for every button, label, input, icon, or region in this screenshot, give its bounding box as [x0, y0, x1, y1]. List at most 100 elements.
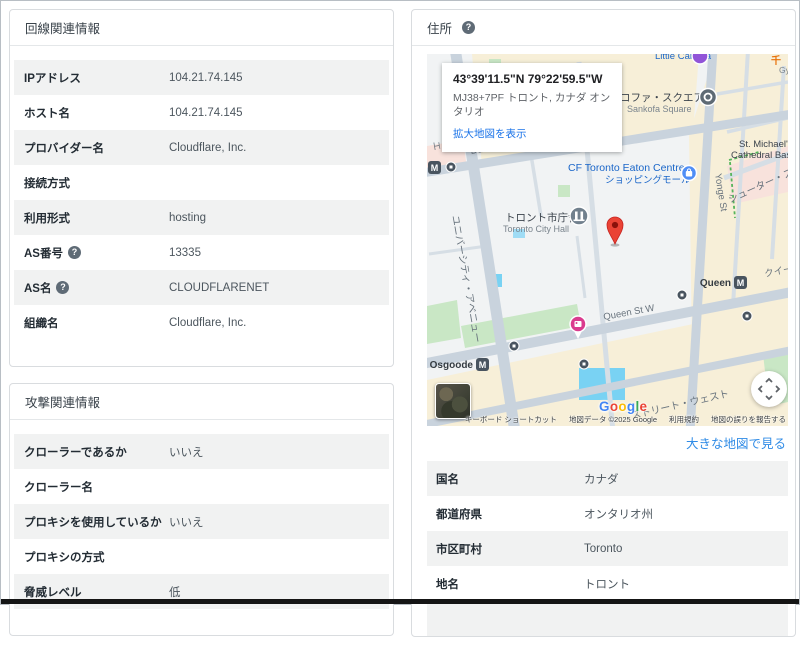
- sankofa-square-icon[interactable]: [698, 87, 718, 107]
- map-data-label: 地図データ ©2025 Google: [568, 415, 657, 424]
- pan-arrows-icon: [757, 377, 781, 401]
- help-icon[interactable]: ?: [56, 281, 70, 294]
- report-error-link[interactable]: 地図の誤りを報告する: [711, 414, 786, 425]
- row-label-text: AS番号: [24, 247, 63, 260]
- table-row: 組織名 Cloudflare, Inc.: [14, 305, 389, 340]
- row-label: 接続方式: [24, 177, 70, 190]
- row-label: IPアドレス: [24, 72, 81, 85]
- table-row: 市区町村 Toronto: [427, 531, 788, 566]
- terms-link[interactable]: 利用規約: [669, 414, 699, 425]
- row-value: Cloudflare, Inc.: [169, 316, 247, 329]
- svg-text:M: M: [737, 278, 745, 288]
- eaton-centre-icon[interactable]: [680, 164, 698, 182]
- keyboard-shortcuts-button[interactable]: キーボード ショートカット: [465, 414, 557, 425]
- fullscreen-button[interactable]: [751, 371, 787, 407]
- card-title: 回線関連情報: [25, 22, 101, 36]
- view-larger-map-link[interactable]: 拡大地図を表示: [453, 126, 527, 141]
- row-value: 13335: [169, 246, 201, 259]
- google-logo-letter: G: [599, 399, 610, 414]
- google-map[interactable]: Dundas St W Queen St W ストリート・ウェスト Yonge …: [427, 54, 788, 426]
- row-label: クローラーであるか: [24, 446, 127, 459]
- table-row: プロキシの方式: [14, 539, 389, 574]
- svg-text:M: M: [431, 163, 439, 173]
- poi-label-cityhall-en: Toronto City Hall: [503, 224, 569, 234]
- subway-station-icon[interactable]: M: [428, 161, 441, 174]
- line-info-body: IPアドレス 104.21.74.145 ホスト名 104.21.74.145 …: [10, 46, 393, 366]
- row-value: トロント: [584, 578, 630, 591]
- row-label: クローラー名: [24, 481, 93, 494]
- google-logo-letter: e: [639, 399, 648, 414]
- subway-station-icon[interactable]: M: [476, 358, 489, 371]
- table-row: プロキシを使用しているか いいえ: [14, 504, 389, 539]
- table-row: ホスト名 104.21.74.145: [14, 95, 389, 130]
- bigger-map-link[interactable]: 大きな地図で見る: [686, 437, 786, 451]
- card-title: 攻撃関連情報: [25, 396, 101, 410]
- plus-code-address: MJ38+7PF トロント, カナダ オンタリオ: [453, 92, 611, 119]
- row-label-text: AS名: [24, 282, 52, 295]
- table-row: IPアドレス 104.21.74.145: [14, 60, 389, 95]
- map-info-window: 43°39'11.5"N 79°22'59.5"W MJ38+7PF トロント,…: [442, 63, 622, 153]
- coordinates-title: 43°39'11.5"N 79°22'59.5"W: [453, 72, 603, 86]
- poi-label-cityhall-jp: トロント市庁舎: [505, 211, 579, 224]
- row-value: 104.21.74.145: [169, 106, 243, 119]
- table-row: [427, 601, 788, 636]
- row-value: オンタリオ州: [584, 508, 653, 521]
- table-row: クローラー名: [14, 469, 389, 504]
- left-column: 回線関連情報 IPアドレス 104.21.74.145 ホスト名 104.21.…: [9, 9, 394, 652]
- row-value: カナダ: [584, 473, 619, 486]
- row-label: 市区町村: [436, 543, 482, 556]
- table-row: クローラーであるか いいえ: [14, 434, 389, 469]
- subway-station-icon[interactable]: M: [734, 276, 747, 289]
- row-value: いいえ: [169, 446, 204, 459]
- little-canada-icon[interactable]: [691, 54, 709, 65]
- row-value: Cloudflare, Inc.: [169, 141, 247, 154]
- row-label: AS番号 ?: [24, 245, 169, 261]
- poi-label-eaton: CF Toronto Eaton Centre: [568, 162, 685, 174]
- row-label: プロバイダー名: [24, 142, 105, 155]
- poi-label-stmichaels-2: Cathedral Basilica: [731, 150, 788, 161]
- table-row: 利用形式 hosting: [14, 200, 389, 235]
- row-value: 104.21.74.145: [169, 71, 243, 84]
- poi-label-sankofa-en: Sankofa Square: [627, 104, 692, 114]
- row-label: プロキシを使用しているか: [24, 516, 162, 529]
- google-logo-letter: o: [618, 399, 627, 414]
- help-icon[interactable]: ?: [67, 246, 81, 259]
- google-logo[interactable]: Google: [599, 399, 647, 414]
- row-value: Toronto: [584, 542, 623, 555]
- row-label: ホスト名: [24, 107, 70, 120]
- poi-label-stmichaels-1: St. Michael's: [739, 139, 788, 150]
- row-value: 低: [169, 586, 181, 599]
- attack-info-header: 攻撃関連情報: [10, 384, 393, 420]
- row-label: AS名 ?: [24, 280, 169, 296]
- line-info-header: 回線関連情報: [10, 10, 393, 46]
- right-column: 住所 ? Queen St W ストリート・ウェスト Yonge St ユニバー…: [411, 9, 796, 653]
- view-larger-row: 大きな地図で見る: [427, 426, 788, 459]
- street-label-fragment: エ: [431, 141, 442, 152]
- address-header: 住所 ?: [412, 10, 795, 46]
- row-label: 脅威レベル: [24, 586, 82, 599]
- map-attribution: キーボード ショートカット 地図データ ©2025 Google 利用規約 地図…: [465, 414, 786, 425]
- row-label: 国名: [436, 473, 459, 486]
- card-title: 住所: [427, 22, 453, 36]
- table-row: 地名 トロント: [427, 566, 788, 601]
- help-icon[interactable]: ?: [462, 21, 476, 34]
- address-table: 国名 カナダ 都道府県 オンタリオ州 市区町村 Toronto 地名 トロント: [427, 461, 788, 636]
- station-label-queen: Queen: [700, 278, 731, 289]
- row-label: プロキシの方式: [24, 551, 105, 564]
- table-row: 都道府県 オンタリオ州: [427, 496, 788, 531]
- row-value: hosting: [169, 211, 207, 224]
- row-value: CLOUDFLARENET: [169, 281, 270, 294]
- table-row: 国名 カナダ: [427, 461, 788, 496]
- city-hall-icon[interactable]: [569, 206, 589, 226]
- table-row: AS名 ? CLOUDFLARENET: [14, 270, 389, 305]
- poi-label-eaton-sub: ショッピングモール: [605, 174, 691, 186]
- row-value: いいえ: [169, 516, 204, 529]
- footer-bar: [1, 599, 799, 604]
- svg-text:M: M: [479, 360, 487, 370]
- row-label: 都道府県: [436, 508, 482, 521]
- table-row: 接続方式: [14, 165, 389, 200]
- line-info-card: 回線関連情報 IPアドレス 104.21.74.145 ホスト名 104.21.…: [9, 9, 394, 367]
- row-label: 組織名: [24, 317, 59, 330]
- address-card: 住所 ? Queen St W ストリート・ウェスト Yonge St ユニバー…: [411, 9, 796, 637]
- station-label-osgoode: Osgoode: [430, 360, 474, 371]
